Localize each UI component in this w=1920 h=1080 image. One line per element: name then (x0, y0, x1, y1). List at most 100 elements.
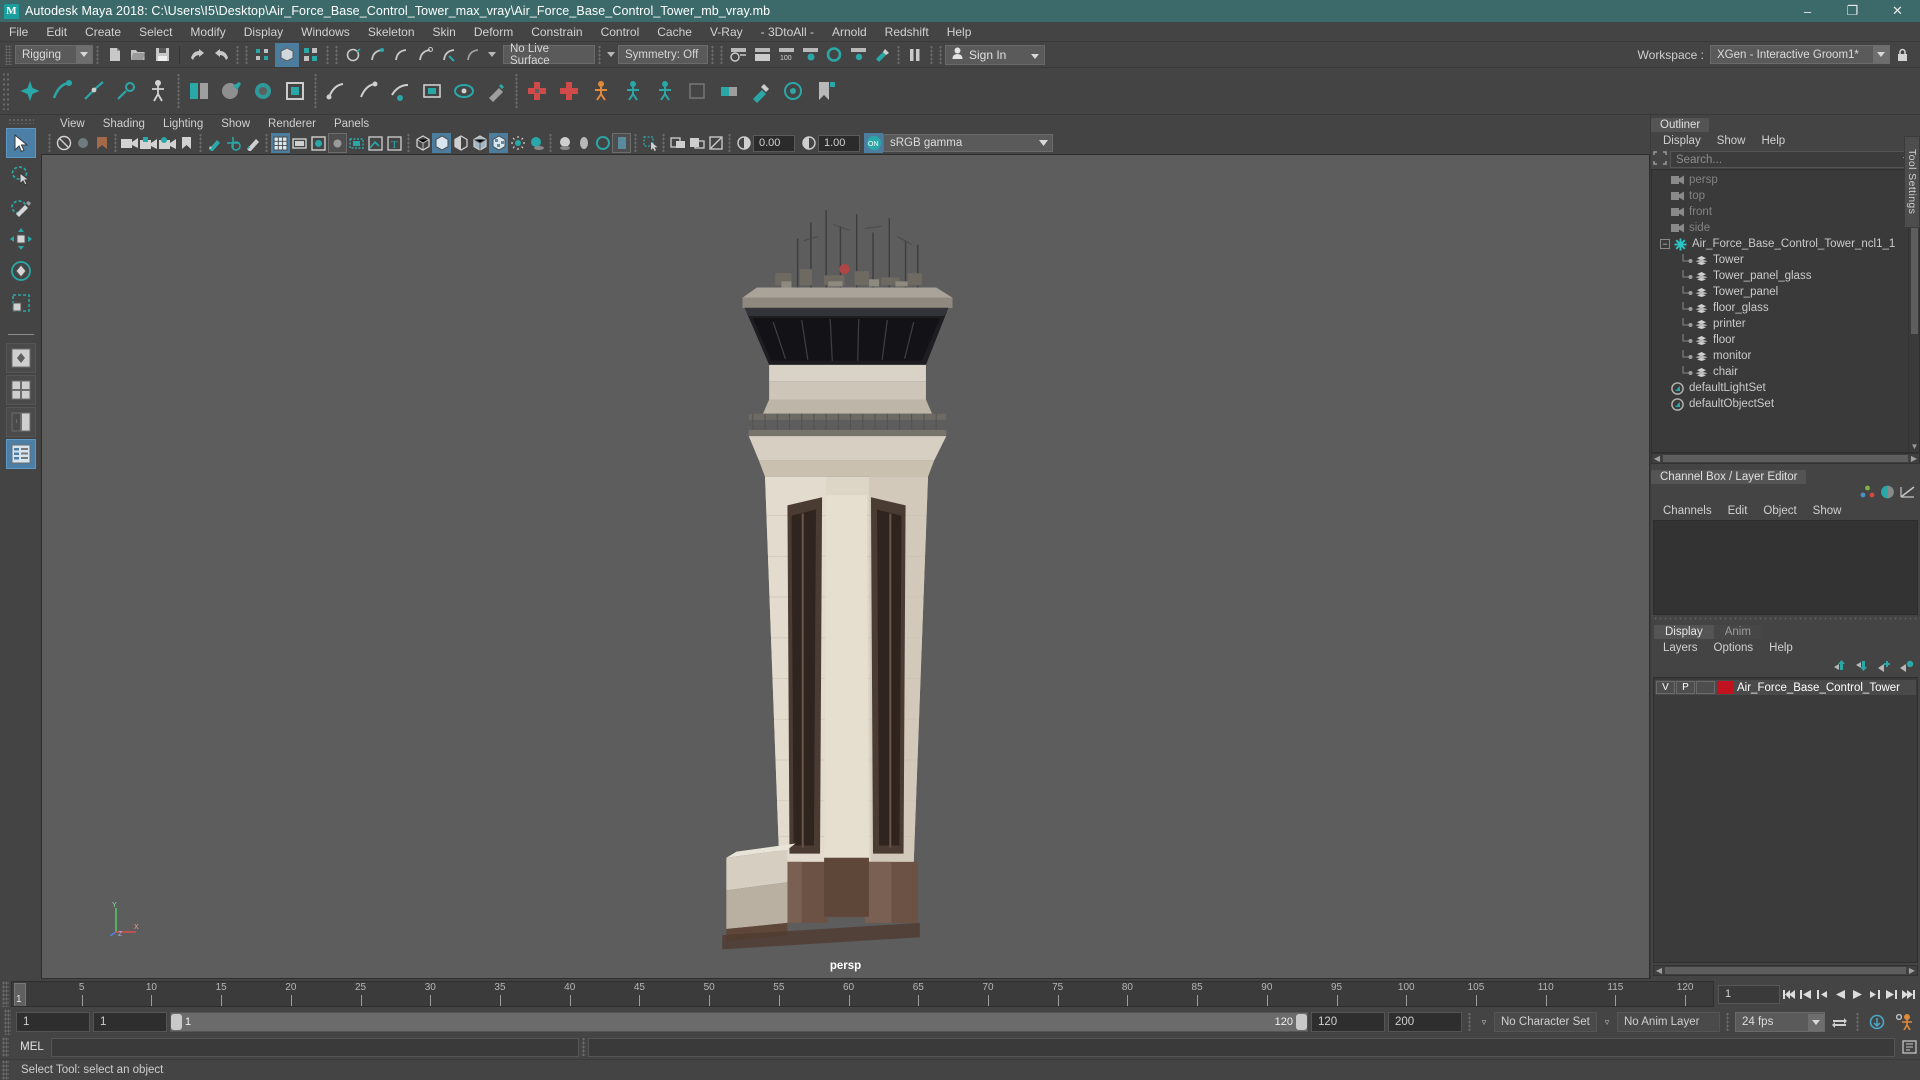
snap-to-grid-button[interactable] (341, 43, 365, 67)
new-scene-button[interactable] (102, 43, 126, 67)
playback-start-field[interactable]: 1 (93, 1012, 167, 1032)
animation-preferences-button[interactable] (1892, 1012, 1916, 1032)
attribute-editor-icon[interactable] (1880, 485, 1895, 502)
depth-of-field-icon[interactable] (612, 133, 631, 153)
select-tool-button[interactable] (5, 128, 36, 158)
outliner-horizontal-scrollbar[interactable]: ◀ ▶ (1651, 453, 1920, 464)
menu-edit[interactable]: Edit (37, 22, 76, 42)
menu-constrain[interactable]: Constrain (522, 22, 591, 42)
make-live-button[interactable] (461, 43, 485, 67)
range-slider-grip[interactable] (4, 1009, 11, 1035)
script-editor-button[interactable] (1898, 1037, 1920, 1057)
hscroll-thumb[interactable] (1665, 967, 1906, 974)
script-language-label[interactable]: MEL (13, 1041, 51, 1053)
shelf-constrain-point-tool[interactable] (553, 73, 585, 109)
outliner-item-defaultobjectset[interactable]: defaultObjectSet (1652, 396, 1908, 412)
shelf-deform-sculpt-tool[interactable] (480, 73, 512, 109)
outliner-item-front[interactable]: front (1652, 204, 1908, 220)
create-layer-from-selected-icon[interactable] (1899, 660, 1914, 675)
sign-in-button[interactable]: Sign In (945, 44, 1045, 65)
expand-collapse-icon[interactable]: − (1660, 239, 1670, 249)
move-layer-down-icon[interactable] (1855, 660, 1870, 675)
outliner-item-chair[interactable]: chair (1652, 364, 1908, 380)
time-slider-grip[interactable] (2, 981, 9, 1007)
outliner-item-persp[interactable]: persp (1652, 172, 1908, 188)
symmetry-field[interactable]: Symmetry: Off (618, 45, 708, 64)
move-layer-up-icon[interactable] (1833, 659, 1848, 675)
current-time-field[interactable]: 1 (1718, 984, 1780, 1004)
range-right-handle[interactable] (1296, 1014, 1307, 1030)
open-scene-button[interactable] (126, 43, 150, 67)
play-backwards-button[interactable] (1833, 984, 1848, 1004)
outliner-search-input[interactable]: Search... (1670, 151, 1916, 168)
menu-deform[interactable]: Deform (465, 22, 522, 42)
menu-file[interactable]: File (0, 22, 37, 42)
outliner-item-monitor[interactable]: monitor (1652, 348, 1908, 364)
panel-menu-shading[interactable]: Shading (94, 118, 154, 130)
lock-camera-icon[interactable] (139, 133, 158, 153)
grid-toggle-icon[interactable] (271, 133, 290, 153)
graph-editor-icon[interactable] (1900, 485, 1915, 502)
snap-to-projected-center-button[interactable] (413, 43, 437, 67)
channel-box-attribute-area[interactable] (1653, 520, 1918, 615)
layer-visibility-toggle[interactable]: V (1656, 681, 1675, 694)
shelf-character-set-tool[interactable] (585, 73, 617, 109)
selection-frame-icon[interactable] (1653, 151, 1667, 168)
shelf-sculpt-geometry-tool[interactable] (777, 73, 809, 109)
playback-range-bar[interactable]: 1 120 (170, 1012, 1308, 1032)
xray-display-icon[interactable] (668, 133, 687, 153)
layer-menu-options[interactable]: Options (1706, 642, 1762, 654)
playback-speed-dropdown[interactable]: 24 fps (1735, 1012, 1825, 1032)
menu-modify[interactable]: Modify (181, 22, 234, 42)
exposure-reset-icon[interactable] (706, 133, 725, 153)
shelf-interactive-bind-tool[interactable] (279, 73, 311, 109)
panel-splitter[interactable] (1651, 615, 1920, 622)
menu-set-selector[interactable]: Rigging (15, 45, 93, 64)
menu-create[interactable]: Create (76, 22, 130, 42)
shelf-create-skeleton-tool[interactable] (142, 73, 174, 109)
redo-button[interactable] (209, 43, 233, 67)
scroll-left-icon[interactable]: ◀ (1654, 966, 1664, 975)
film-gate-icon[interactable] (290, 133, 309, 153)
outliner-tree[interactable]: persp top front side − Air_Force_Base_Control… (1651, 169, 1920, 453)
select-camera-icon[interactable] (54, 133, 73, 153)
shelf-ik-spline-handle-tool[interactable] (78, 73, 110, 109)
command-response-field[interactable] (588, 1037, 1895, 1057)
render-settings-button[interactable] (870, 43, 894, 67)
outliner-item-tower_panel[interactable]: Tower_panel (1652, 284, 1908, 300)
panel-menu-view[interactable]: View (51, 118, 94, 130)
shelf-deform-wire-tool[interactable] (416, 73, 448, 109)
workspace-dropdown[interactable]: XGen - Interactive Groom1* (1710, 45, 1890, 64)
playback-end-field[interactable]: 120 (1311, 1012, 1385, 1032)
bookmark-icon[interactable] (177, 133, 196, 153)
select-by-component-type-button[interactable] (299, 43, 323, 67)
layer-tab-anim[interactable]: Anim (1713, 625, 1762, 639)
close-button[interactable]: ✕ (1875, 0, 1920, 22)
outliner-item-side[interactable]: side (1652, 220, 1908, 236)
panel-menu-renderer[interactable]: Renderer (259, 118, 325, 130)
paint-select-tool-button[interactable] (6, 192, 36, 222)
range-start-field[interactable]: 1 (16, 1012, 90, 1032)
grease-pencil-erase-icon[interactable] (243, 133, 262, 153)
resolution-gate-icon[interactable] (309, 133, 328, 153)
maximize-button[interactable]: ❐ (1830, 0, 1875, 22)
channelbox-menu-show[interactable]: Show (1805, 505, 1850, 517)
outliner-persp-layout-button[interactable] (5, 439, 36, 469)
xray-joints-icon[interactable] (366, 133, 385, 153)
camera-settings-icon[interactable] (158, 133, 177, 153)
command-line-grip[interactable] (2, 1037, 9, 1057)
shelf-constrain-parent-tool[interactable] (521, 73, 553, 109)
snap-to-curve-button[interactable] (365, 43, 389, 67)
show-tool-settings-button[interactable] (750, 43, 774, 67)
channel-box-icon[interactable] (1860, 485, 1875, 501)
layer-color-swatch[interactable] (1717, 681, 1733, 694)
create-empty-layer-icon[interactable] (1877, 660, 1892, 675)
shelf-deform-lattice-tool[interactable] (320, 73, 352, 109)
animation-end-field[interactable]: 200 (1388, 1012, 1462, 1032)
save-scene-button[interactable] (150, 43, 174, 67)
single-perspective-layout-button[interactable] (5, 343, 36, 373)
undo-button[interactable] (185, 43, 209, 67)
multisample-aa-icon[interactable] (593, 133, 612, 153)
channelbox-menu-object[interactable]: Object (1755, 505, 1804, 517)
isolate-select-icon[interactable] (640, 133, 659, 153)
